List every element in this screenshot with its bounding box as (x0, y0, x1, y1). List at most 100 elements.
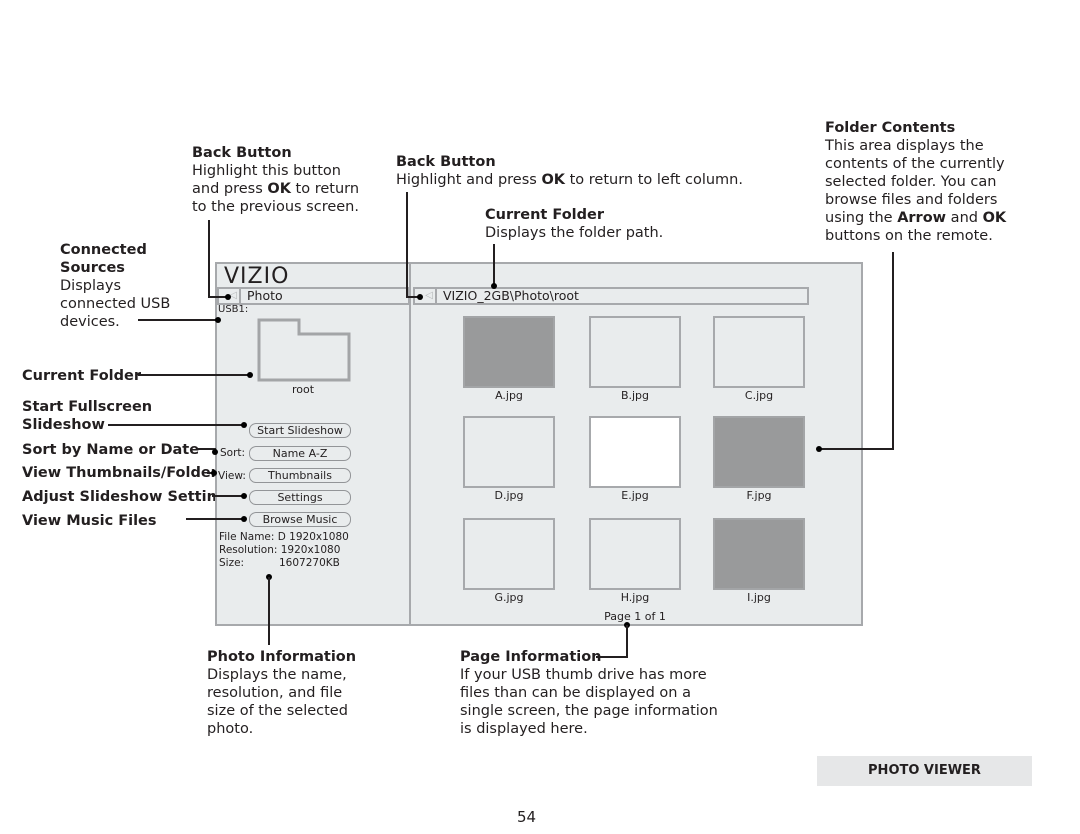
page-info: Page 1 of 1 (604, 610, 666, 623)
callout-start-fullscreen-2: Slideshow (22, 417, 105, 433)
callout-bold: OK (982, 210, 1007, 226)
callout-page-information: Page Information If your USB thumb drive… (460, 648, 718, 738)
thumbnail-filename: I.jpg (747, 591, 771, 604)
thumbnail-filename: B.jpg (620, 389, 650, 402)
callout-folder-contents: Folder Contents This area displays the c… (825, 119, 1006, 245)
callout-title: Folder Contents (825, 120, 956, 136)
leader-line (138, 374, 250, 376)
leader-line (208, 220, 210, 298)
callout-title: Back Button (396, 154, 496, 170)
leader-line (626, 625, 628, 658)
size-info: Size: 1607270KB (219, 557, 349, 570)
callout-bold: Arrow (897, 210, 947, 226)
photo-thumbnail[interactable] (713, 518, 805, 590)
callout-text: files than can be displayed on a (460, 685, 691, 701)
leader-line (892, 252, 894, 450)
callout-photo-information: Photo Information Displays the name, res… (207, 648, 356, 738)
leader-dot (241, 516, 247, 522)
leader-line (212, 495, 244, 497)
left-path-text: Photo (247, 288, 283, 303)
callout-text: buttons on the remote. (825, 228, 993, 244)
column-divider (409, 262, 411, 626)
callout-start-fullscreen-1: Start Fullscreen (22, 399, 153, 415)
page-number: 54 (517, 808, 537, 826)
callout-title: Sources (60, 260, 125, 276)
leader-line (596, 656, 628, 658)
size-label: Size: (219, 557, 245, 569)
callout-text: Displays the name, (207, 667, 347, 683)
usb-source-label[interactable]: USB1: (218, 304, 248, 315)
callout-title: Photo Information (207, 649, 357, 665)
leader-line (108, 424, 244, 426)
photo-thumbnail[interactable] (713, 416, 805, 488)
callout-current-folder-left: Current Folder (22, 368, 142, 384)
photo-thumbnail[interactable] (463, 416, 555, 488)
leader-dot (211, 470, 217, 476)
file-name-info: File Name: D 1920x1080 (219, 531, 349, 543)
section-tab: PHOTO VIEWER (817, 756, 1032, 786)
browse-music-button[interactable]: Browse Music (249, 512, 351, 527)
callout-current-folder-top: Current Folder Displays the folder path. (485, 206, 663, 242)
start-slideshow-button[interactable]: Start Slideshow (249, 423, 351, 438)
right-path-bar: ◁ VIZIO_2GB\Photo\root (413, 287, 809, 305)
thumbnail-filename: G.jpg (494, 591, 524, 604)
callout-text: Highlight this button (192, 163, 341, 179)
leader-line (138, 319, 218, 321)
folder-path-text: VIZIO_2GB\Photo\root (443, 288, 579, 303)
callout-text: Displays (60, 278, 122, 294)
leader-dot (241, 493, 247, 499)
thumbnail-filename: C.jpg (744, 389, 774, 402)
photo-thumbnail[interactable] (589, 518, 681, 590)
photo-thumbnail[interactable] (463, 316, 555, 388)
thumbnail-filename: H.jpg (620, 591, 650, 604)
callout-text: to the previous screen. (192, 199, 359, 215)
callout-sort-by: Sort by Name or Date (22, 442, 200, 458)
callout-text: single screen, the page information (460, 703, 718, 719)
callout-text: contents of the currently (825, 156, 1005, 172)
callout-title: Back Button (192, 145, 292, 161)
photo-thumbnail[interactable] (463, 518, 555, 590)
callout-view-music: View Music Files (22, 513, 157, 529)
leader-line (186, 518, 244, 520)
callout-back-button-right: Back Button Highlight and press OK to re… (396, 153, 743, 189)
leader-dot (247, 372, 253, 378)
callout-text: browse files and folders (825, 192, 998, 208)
leader-dot (212, 449, 218, 455)
photo-info: File Name: D 1920x1080 Resolution: 1920x… (219, 531, 349, 570)
photo-thumbnail[interactable] (589, 316, 681, 388)
callout-text: using the (825, 210, 898, 226)
callout-text: and press (192, 181, 268, 197)
callout-text: Displays the folder path. (485, 225, 664, 241)
photo-thumbnail[interactable] (589, 416, 681, 488)
leader-line (268, 577, 270, 645)
view-label: View: (218, 470, 246, 482)
callout-bold: OK (541, 172, 566, 188)
thumbnail-filename: D.jpg (494, 489, 524, 502)
callout-title: Page Information (460, 649, 602, 665)
thumbnail-filename: A.jpg (495, 389, 523, 402)
sort-button[interactable]: Name A-Z (249, 446, 351, 461)
callout-text: to return to left column. (565, 172, 743, 188)
thumbnail-filename: E.jpg (621, 489, 649, 502)
photo-thumbnail[interactable] (713, 316, 805, 388)
leader-line (493, 244, 495, 286)
view-button[interactable]: Thumbnails (249, 468, 351, 483)
folder-icon[interactable] (257, 318, 353, 382)
left-path-bar: ◁ Photo (217, 287, 410, 305)
callout-text: and (946, 210, 983, 226)
vizio-logo: VIZIO (224, 264, 290, 289)
callout-view-thumbnails: View Thumbnails/Folders (22, 465, 227, 481)
settings-button[interactable]: Settings (249, 490, 351, 505)
callout-text: devices. (60, 314, 120, 330)
thumbnail-filename: F.jpg (746, 489, 772, 502)
leader-dot (215, 317, 221, 323)
callout-title: Current Folder (485, 207, 605, 223)
callout-text: If your USB thumb drive has more (460, 667, 707, 683)
leader-dot (241, 422, 247, 428)
callout-text: This area displays the (825, 138, 984, 154)
callout-text: is displayed here. (460, 721, 588, 737)
size-value: 1607270KB (279, 557, 340, 569)
callout-bold: OK (267, 181, 291, 197)
callout-text: size of the selected (207, 703, 348, 719)
callout-text: selected folder. You can (825, 174, 997, 190)
